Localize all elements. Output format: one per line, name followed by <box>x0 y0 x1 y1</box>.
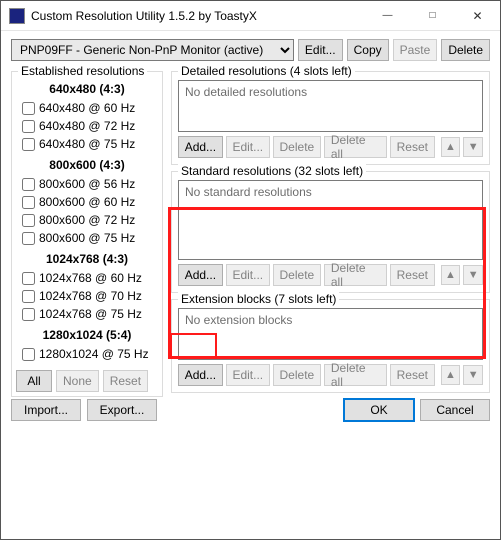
detailed-legend: Detailed resolutions (4 slots left) <box>178 64 355 78</box>
extension-deleteall-button: Delete all <box>324 364 387 386</box>
close-button[interactable]: ✕ <box>455 1 500 30</box>
resolution-label: 800x600 @ 60 Hz <box>39 195 135 209</box>
resolution-checkbox[interactable] <box>22 120 35 133</box>
resolution-checkbox-row[interactable]: 800x600 @ 72 Hz <box>16 212 158 228</box>
standard-legend: Standard resolutions (32 slots left) <box>178 164 366 178</box>
resolution-checkbox[interactable] <box>22 196 35 209</box>
none-button: None <box>56 370 99 392</box>
extension-edit-button: Edit... <box>226 364 270 386</box>
all-button[interactable]: All <box>16 370 52 392</box>
resolution-group-head: 1280x1024 (5:4) <box>16 324 158 344</box>
extension-delete-button: Delete <box>273 364 321 386</box>
resolution-checkbox[interactable] <box>22 272 35 285</box>
resolution-checkbox[interactable] <box>22 232 35 245</box>
paste-button: Paste <box>393 39 438 61</box>
extension-down-icon: ▼ <box>463 365 483 385</box>
import-button[interactable]: Import... <box>11 399 81 421</box>
detailed-up-icon: ▲ <box>441 137 461 157</box>
resolution-checkbox-row[interactable]: 800x600 @ 60 Hz <box>16 194 158 210</box>
resolution-checkbox[interactable] <box>22 290 35 303</box>
delete-monitor-button[interactable]: Delete <box>441 39 490 61</box>
resolution-group-head: 640x480 (4:3) <box>16 78 158 98</box>
resolution-group-head: 800x600 (4:3) <box>16 154 158 174</box>
resolution-checkbox[interactable] <box>22 102 35 115</box>
established-legend: Established resolutions <box>18 64 147 78</box>
resolution-checkbox[interactable] <box>22 138 35 151</box>
edit-monitor-button[interactable]: Edit... <box>298 39 343 61</box>
resolution-label: 800x600 @ 72 Hz <box>39 213 135 227</box>
resolution-checkbox-row[interactable]: 640x480 @ 60 Hz <box>16 100 158 116</box>
resolution-label: 1024x768 @ 75 Hz <box>39 307 142 321</box>
detailed-down-icon: ▼ <box>463 137 483 157</box>
standard-reset-button: Reset <box>390 264 435 286</box>
detailed-section: Detailed resolutions (4 slots left) No d… <box>171 71 490 165</box>
extension-up-icon: ▲ <box>441 365 461 385</box>
extension-legend: Extension blocks (7 slots left) <box>178 292 339 306</box>
resolution-checkbox[interactable] <box>22 178 35 191</box>
resolution-label: 1024x768 @ 70 Hz <box>39 289 142 303</box>
minimize-button[interactable]: — <box>365 1 410 30</box>
resolution-checkbox[interactable] <box>22 308 35 321</box>
extension-listbox[interactable]: No extension blocks <box>178 308 483 360</box>
copy-button[interactable]: Copy <box>347 39 389 61</box>
detailed-add-button[interactable]: Add... <box>178 136 223 158</box>
resolution-checkbox-row[interactable]: 800x600 @ 56 Hz <box>16 176 158 192</box>
titlebar: Custom Resolution Utility 1.5.2 by Toast… <box>1 1 500 31</box>
standard-section: Standard resolutions (32 slots left) No … <box>171 171 490 293</box>
resolution-label: 800x600 @ 56 Hz <box>39 177 135 191</box>
resolution-label: 800x600 @ 75 Hz <box>39 231 135 245</box>
standard-add-button[interactable]: Add... <box>178 264 223 286</box>
ok-button[interactable]: OK <box>344 399 414 421</box>
resolution-checkbox-row[interactable]: 1024x768 @ 75 Hz <box>16 306 158 322</box>
resolution-checkbox-row[interactable]: 1024x768 @ 70 Hz <box>16 288 158 304</box>
resolution-label: 640x480 @ 72 Hz <box>39 119 135 133</box>
cancel-button[interactable]: Cancel <box>420 399 490 421</box>
extension-section: Extension blocks (7 slots left) No exten… <box>171 299 490 393</box>
standard-down-icon: ▼ <box>463 265 483 285</box>
resolution-checkbox-row[interactable]: 640x480 @ 72 Hz <box>16 118 158 134</box>
detailed-edit-button: Edit... <box>226 136 270 158</box>
resolution-label: 1024x768 @ 60 Hz <box>39 271 142 285</box>
resolution-label: 640x480 @ 75 Hz <box>39 137 135 151</box>
extension-reset-button: Reset <box>390 364 435 386</box>
resolution-label: 1280x1024 @ 75 Hz <box>39 347 149 361</box>
resolution-checkbox-row[interactable]: 640x480 @ 75 Hz <box>16 136 158 152</box>
detailed-deleteall-button: Delete all <box>324 136 387 158</box>
standard-delete-button: Delete <box>273 264 321 286</box>
maximize-button[interactable]: □ <box>410 1 455 30</box>
reset-established-button: Reset <box>103 370 148 392</box>
detailed-reset-button: Reset <box>390 136 435 158</box>
resolution-checkbox-row[interactable]: 1024x768 @ 60 Hz <box>16 270 158 286</box>
resolution-checkbox[interactable] <box>22 214 35 227</box>
standard-up-icon: ▲ <box>441 265 461 285</box>
resolution-group-head: 1024x768 (4:3) <box>16 248 158 268</box>
window-title: Custom Resolution Utility 1.5.2 by Toast… <box>31 9 365 23</box>
detailed-delete-button: Delete <box>273 136 321 158</box>
resolution-checkbox[interactable] <box>22 348 35 361</box>
detailed-listbox[interactable]: No detailed resolutions <box>178 80 483 132</box>
monitor-select[interactable]: PNP09FF - Generic Non-PnP Monitor (activ… <box>11 39 294 61</box>
resolution-checkbox-row[interactable]: 800x600 @ 75 Hz <box>16 230 158 246</box>
standard-edit-button: Edit... <box>226 264 270 286</box>
resolution-checkbox-row[interactable]: 1280x1024 @ 75 Hz <box>16 346 158 362</box>
extension-add-button[interactable]: Add... <box>178 364 223 386</box>
resolution-label: 640x480 @ 60 Hz <box>39 101 135 115</box>
standard-deleteall-button: Delete all <box>324 264 387 286</box>
app-icon <box>9 8 25 24</box>
top-row: PNP09FF - Generic Non-PnP Monitor (activ… <box>11 39 490 61</box>
export-button[interactable]: Export... <box>87 399 157 421</box>
established-group: Established resolutions 640x480 (4:3)640… <box>11 71 163 397</box>
standard-listbox[interactable]: No standard resolutions <box>178 180 483 260</box>
